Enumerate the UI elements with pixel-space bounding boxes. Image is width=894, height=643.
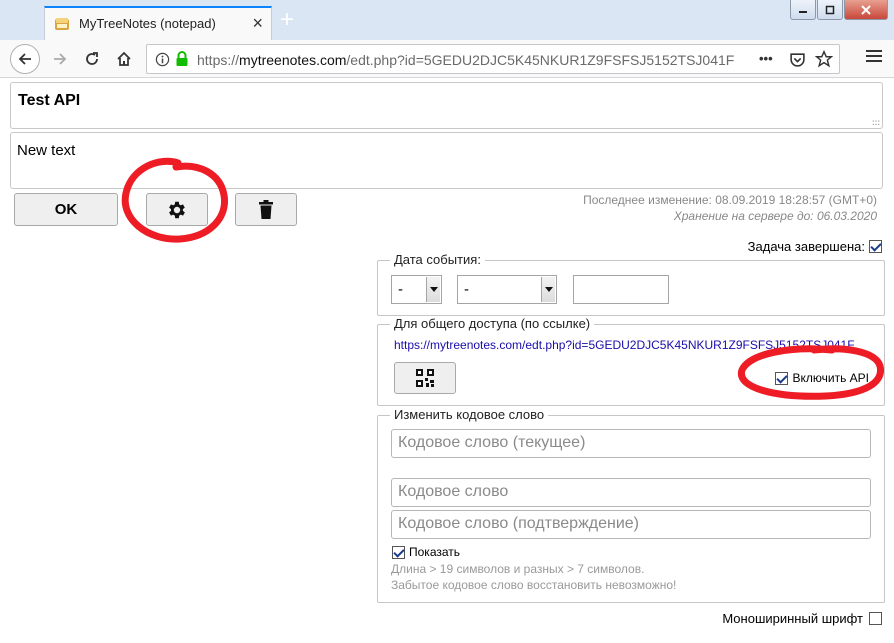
note-meta-info: Последнее изменение: 08.09.2019 18:28:57… [583,192,877,224]
monospace-font-row: Моноширинный шрифт [722,611,882,626]
home-icon [117,51,131,66]
task-done-label: Задача завершена: [747,239,865,254]
gear-icon [169,201,185,218]
event-date-fieldset: Дата события: - - [377,252,885,316]
maximize-icon[interactable] [817,0,843,20]
share-link[interactable]: https://mytreenotes.com/edt.php?id=5GEDU… [394,338,855,352]
browser-navbar: https://mytreenotes.com/edt.php?id=5GEDU… [0,40,894,78]
minimize-icon[interactable] [790,0,816,20]
chevron-down-icon [426,277,440,302]
info-icon[interactable] [155,52,170,67]
note-editor-page: Test API ::: New text OK Последнее измен… [0,79,894,643]
change-password-fieldset: Изменить кодовое слово Кодовое слово (те… [377,407,885,603]
new-password-input[interactable]: Кодовое слово [391,478,871,507]
hamburger-menu-icon[interactable] [866,49,882,63]
forward-button[interactable] [46,45,74,73]
arrow-right-icon [54,53,67,65]
address-bar[interactable]: https://mytreenotes.com/edt.php?id=5GEDU… [146,44,840,74]
confirm-password-input[interactable]: Кодовое слово (подтверждение) [391,510,871,539]
browser-tab-mytreenotes[interactable]: MyTreeNotes (notepad) × [44,6,272,40]
url-prefix: https:// [197,52,240,68]
close-window-icon[interactable] [844,0,888,20]
qr-code-icon [416,369,434,387]
delete-button[interactable] [235,193,297,226]
enable-api-checkbox[interactable] [775,371,789,385]
lock-icon[interactable] [175,51,189,67]
note-body-text: New text [17,142,76,159]
day-select-value: - [398,281,403,298]
event-time-input[interactable] [573,275,669,304]
note-title-field[interactable]: Test API ::: [10,82,883,129]
settings-button[interactable] [146,193,208,226]
task-done-row: Задача завершена: [748,239,882,254]
chevron-down-icon [541,277,555,302]
enable-api-label: Включить API [792,371,869,385]
monospace-font-label: Моноширинный шрифт [722,611,863,626]
url-text: https://mytreenotes.com/edt.php?id=5GEDU… [197,52,734,68]
monospace-font-checkbox[interactable] [869,612,882,625]
qr-code-button[interactable] [394,362,456,394]
back-button[interactable] [10,44,40,74]
reload-button[interactable] [78,45,106,73]
tab-title: MyTreeNotes (notepad) [79,16,216,31]
window-controls [789,0,888,20]
password-recovery-hint: Забытое кодовое слово восстановить невоз… [391,578,677,592]
month-select-value: - [464,281,469,298]
show-password-checkbox[interactable] [392,545,405,559]
bookmark-star-icon[interactable] [815,50,833,68]
reload-icon [86,52,98,65]
show-password-row: Показать [392,545,460,559]
page-actions-icon[interactable]: ••• [759,51,773,66]
month-select[interactable]: - [457,275,557,304]
ok-button[interactable]: OK [14,193,118,226]
new-tab-icon[interactable]: + [280,8,294,32]
storage-until-text: Хранение на сервере до: 06.03.2020 [673,209,877,223]
note-text-field[interactable]: New text [10,132,883,189]
password-length-hint: Длина > 19 символов и разных > 7 символо… [391,562,645,576]
notepad-favicon-icon [55,18,69,30]
show-password-label: Показать [409,545,461,559]
trash-icon [259,199,273,219]
url-host: mytreenotes.com [239,52,347,68]
event-date-legend: Дата события: [390,252,485,267]
home-button[interactable] [110,45,138,73]
note-title-text: Test API [18,92,81,109]
day-select[interactable]: - [391,275,442,304]
sharing-fieldset: Для общего доступа (по ссылке) https://m… [377,316,885,406]
tab-close-icon[interactable]: × [252,13,263,33]
browser-titlebar: MyTreeNotes (notepad) × + [0,0,894,40]
enable-api-row: Включить API [775,371,869,385]
sharing-legend: Для общего доступа (по ссылке) [390,316,595,331]
pocket-icon[interactable] [789,51,806,68]
task-done-checkbox[interactable] [869,240,882,253]
arrow-left-icon [18,53,31,65]
current-password-input[interactable]: Кодовое слово (текущее) [391,429,871,458]
url-path: /edt.php?id=5GEDU2DJC5K45NKUR1Z9FSFSJ515… [346,52,735,68]
resize-grip-icon[interactable]: ::: [872,119,880,127]
change-password-legend: Изменить кодовое слово [390,407,549,422]
last-modified-text: Последнее изменение: 08.09.2019 18:28:57… [583,193,877,207]
